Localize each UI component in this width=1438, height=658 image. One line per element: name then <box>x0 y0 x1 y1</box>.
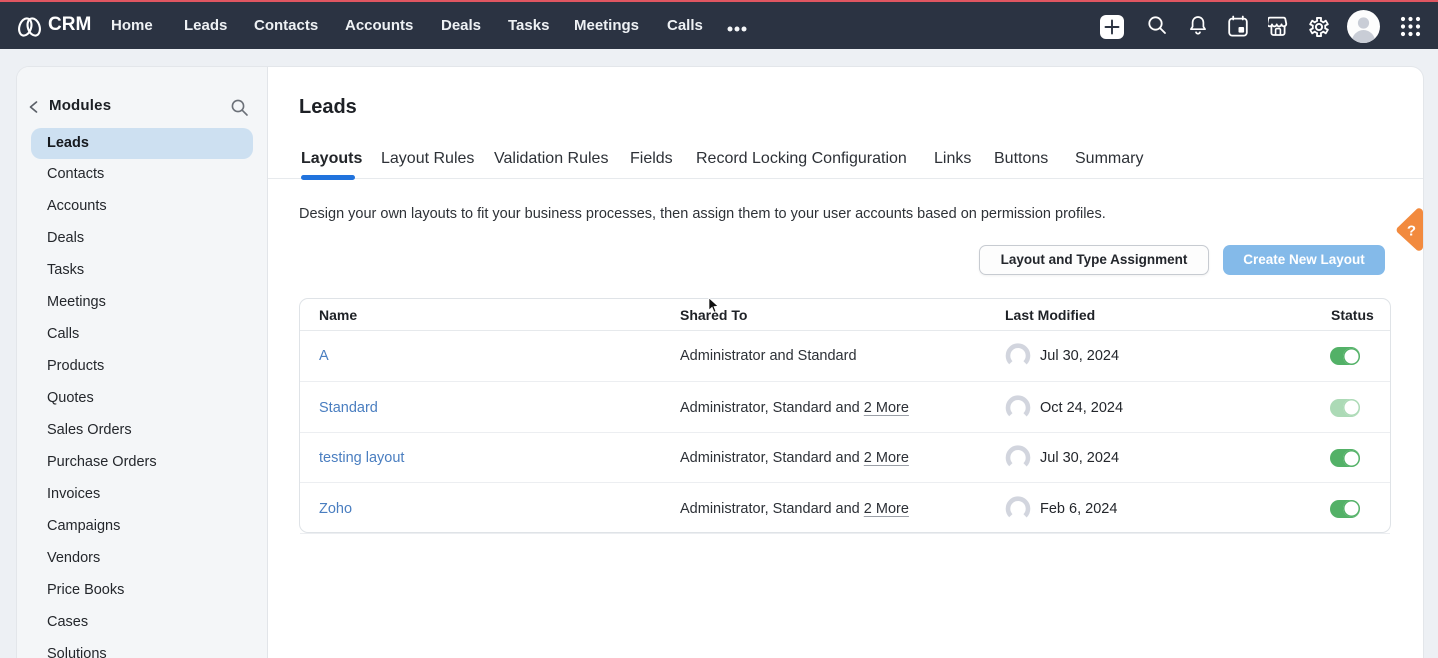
svg-text:?: ? <box>1407 223 1416 240</box>
